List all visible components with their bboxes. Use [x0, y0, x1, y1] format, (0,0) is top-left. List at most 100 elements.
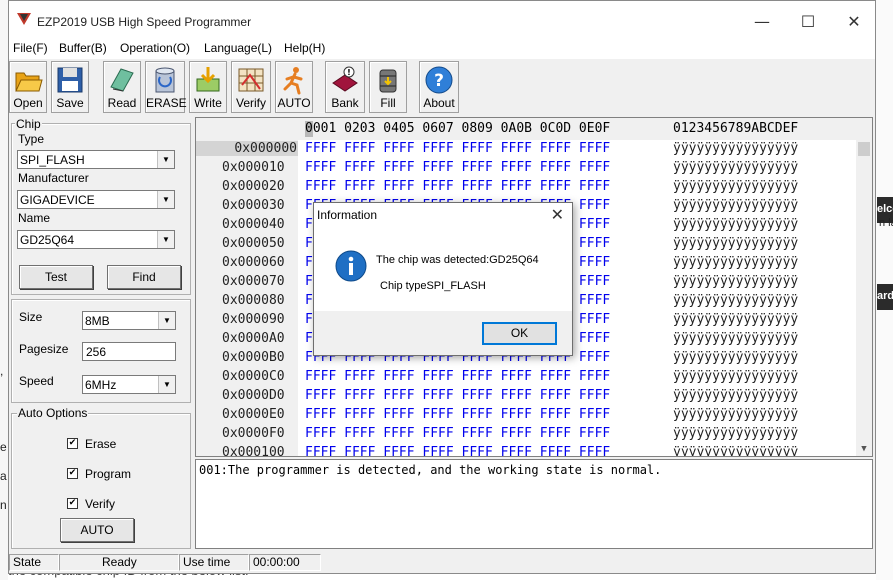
- hex-row-ascii: ÿÿÿÿÿÿÿÿÿÿÿÿÿÿÿÿ: [673, 160, 799, 175]
- hex-row-address: 0x000010: [222, 160, 285, 175]
- hex-row[interactable]: 0x000000 FFFF FFFF FFFF FFFF FFFF FFFF FF…: [196, 140, 856, 159]
- write-button[interactable]: Write: [189, 61, 227, 113]
- bank-button[interactable]: ! Bank: [325, 61, 365, 113]
- hex-row-address: 0x000070: [222, 274, 285, 289]
- hex-row-address: 0x000060: [222, 255, 285, 270]
- hex-row-data[interactable]: FFFF FFFF FFFF FFFF FFFF FFFF FFFF FFFF: [305, 407, 610, 422]
- close-button[interactable]: ✕: [831, 9, 877, 35]
- erase-button[interactable]: ERASE: [145, 61, 187, 113]
- auto-toolbar-button[interactable]: AUTO: [275, 61, 313, 113]
- read-button[interactable]: Read: [103, 61, 141, 113]
- hex-header: 0001 0203 0405 0607 0809 0A0B 0C0D 0E0F …: [196, 118, 872, 140]
- erase-checkbox-label: Erase: [85, 437, 117, 451]
- menu-buffer[interactable]: Buffer(B): [59, 41, 107, 55]
- hex-row-address: 0x000090: [222, 312, 285, 327]
- dialog-close-button[interactable]: ✕: [551, 205, 564, 224]
- hex-row[interactable]: 0x0000F0 FFFF FFFF FFFF FFFF FFFF FFFF FF…: [196, 425, 856, 444]
- verify-checkbox-label: Verify: [85, 497, 116, 511]
- type-label: Type: [18, 132, 45, 146]
- hex-row-data[interactable]: FFFF FFFF FFFF FFFF FFFF FFFF FFFF FFFF: [305, 179, 610, 194]
- hex-row-address: 0x0000F0: [222, 426, 285, 441]
- hex-row-data[interactable]: FFFF FFFF FFFF FFFF FFFF FFFF FFFF FFFF: [305, 445, 610, 456]
- verify-grid-icon: [238, 68, 264, 92]
- dialog-message-line1: The chip was detected:GD25Q64: [376, 254, 539, 266]
- hex-scrollbar[interactable]: ▼: [856, 140, 872, 456]
- chevron-down-icon: ▼: [157, 191, 174, 208]
- hex-row-data[interactable]: FFFF FFFF FFFF FFFF FFFF FFFF FFFF FFFF: [305, 426, 610, 441]
- manufacturer-select[interactable]: GIGADEVICE ▼: [17, 190, 175, 209]
- speed-select-value: 6MHz: [85, 378, 117, 392]
- maximize-button[interactable]: ☐: [785, 9, 831, 35]
- menu-help[interactable]: Help(H): [284, 41, 325, 55]
- manufacturer-select-value: GIGADEVICE: [20, 193, 95, 207]
- scrollbar-thumb[interactable]: [858, 142, 870, 156]
- hex-row-ascii: ÿÿÿÿÿÿÿÿÿÿÿÿÿÿÿÿ: [673, 331, 799, 346]
- hex-row-ascii: ÿÿÿÿÿÿÿÿÿÿÿÿÿÿÿÿ: [673, 141, 799, 156]
- erase-checkbox[interactable]: ✔: [67, 438, 78, 449]
- hex-row-address: 0x000020: [222, 179, 285, 194]
- chevron-down-icon: ▼: [157, 231, 174, 248]
- hex-row-ascii: ÿÿÿÿÿÿÿÿÿÿÿÿÿÿÿÿ: [673, 274, 799, 289]
- auto-button[interactable]: AUTO: [60, 518, 134, 542]
- menu-file[interactable]: File(F): [13, 41, 48, 55]
- check-icon: ✔: [68, 498, 77, 508]
- open-button[interactable]: Open: [9, 61, 47, 113]
- program-checkbox-label: Program: [85, 467, 132, 481]
- title-bar: EZP2019 USB High Speed Programmer — ☐ ✕: [9, 1, 875, 39]
- write-arrow-icon: [196, 67, 220, 92]
- speed-select[interactable]: 6MHz ▼: [82, 375, 176, 394]
- app-logo-icon: [17, 13, 31, 25]
- hex-row-address: 0x000040: [222, 217, 285, 232]
- folder-open-icon: [15, 72, 43, 92]
- menu-operation[interactable]: Operation(O): [120, 41, 190, 55]
- hex-row-data[interactable]: FFFF FFFF FFFF FFFF FFFF FFFF FFFF FFFF: [305, 160, 610, 175]
- hex-row-ascii: ÿÿÿÿÿÿÿÿÿÿÿÿÿÿÿÿ: [673, 445, 799, 457]
- hex-row[interactable]: 0x000100 FFFF FFFF FFFF FFFF FFFF FFFF FF…: [196, 444, 856, 457]
- about-button[interactable]: ? About: [419, 61, 459, 113]
- bank-book-icon: !: [332, 66, 358, 92]
- verify-checkbox[interactable]: ✔: [67, 498, 78, 509]
- size-select-value: 8MB: [85, 314, 110, 328]
- bg-fragment: ,: [0, 364, 4, 378]
- hex-row-data[interactable]: FFFF FFFF FFFF FFFF FFFF FFFF FFFF FFFF: [305, 388, 610, 403]
- hex-row-ascii: ÿÿÿÿÿÿÿÿÿÿÿÿÿÿÿÿ: [673, 426, 799, 441]
- hex-row-address: 0x0000E0: [222, 407, 285, 422]
- hex-row[interactable]: 0x000010 FFFF FFFF FFFF FFFF FFFF FFFF FF…: [196, 159, 856, 178]
- hex-row-address: 0x000030: [222, 198, 285, 213]
- hex-row[interactable]: 0x0000C0 FFFF FFFF FFFF FFFF FFFF FFFF FF…: [196, 368, 856, 387]
- bg-fragment-bar: ard: [877, 284, 893, 310]
- find-button[interactable]: Find: [107, 265, 181, 289]
- svg-text:?: ?: [434, 71, 444, 91]
- minimize-button[interactable]: —: [739, 9, 785, 35]
- check-icon: ✔: [68, 438, 77, 448]
- test-button[interactable]: Test: [19, 265, 93, 289]
- name-select[interactable]: GD25Q64 ▼: [17, 230, 175, 249]
- hex-row-address: 0x0000C0: [222, 369, 285, 384]
- bg-fragment: n: [0, 498, 7, 512]
- hex-row-data[interactable]: FFFF FFFF FFFF FFFF FFFF FFFF FFFF FFFF: [305, 369, 610, 384]
- hex-row[interactable]: 0x000020 FFFF FFFF FFFF FFFF FFFF FFFF FF…: [196, 178, 856, 197]
- ok-button[interactable]: OK: [482, 322, 557, 345]
- scroll-down-icon[interactable]: ▼: [856, 442, 872, 456]
- manufacturer-label: Manufacturer: [18, 171, 89, 185]
- size-select[interactable]: 8MB ▼: [82, 311, 176, 330]
- status-bar: State Ready Use time 00:00:00: [9, 553, 875, 573]
- hex-row-ascii: ÿÿÿÿÿÿÿÿÿÿÿÿÿÿÿÿ: [673, 312, 799, 327]
- hex-row-ascii: ÿÿÿÿÿÿÿÿÿÿÿÿÿÿÿÿ: [673, 369, 799, 384]
- status-state-label: State: [9, 554, 59, 571]
- hex-row[interactable]: 0x0000D0 FFFF FFFF FFFF FFFF FFFF FFFF FF…: [196, 387, 856, 406]
- save-label: Save: [56, 96, 84, 110]
- save-button[interactable]: Save: [51, 61, 89, 113]
- dialog-message-line2: Chip typeSPI_FLASH: [380, 280, 486, 292]
- floppy-disk-icon: [57, 67, 83, 93]
- name-select-value: GD25Q64: [20, 233, 75, 247]
- program-checkbox[interactable]: ✔: [67, 468, 78, 479]
- type-select[interactable]: SPI_FLASH ▼: [17, 150, 175, 169]
- pagesize-input[interactable]: 256: [82, 342, 176, 361]
- menu-language[interactable]: Language(L): [204, 41, 272, 55]
- dialog-title: Information: [317, 208, 378, 222]
- hex-row[interactable]: 0x0000E0 FFFF FFFF FFFF FFFF FFFF FFFF FF…: [196, 406, 856, 425]
- hex-row-data[interactable]: FFFF FFFF FFFF FFFF FFFF FFFF FFFF FFFF: [305, 141, 610, 156]
- verify-button[interactable]: Verify: [231, 61, 271, 113]
- fill-button[interactable]: Fill: [369, 61, 407, 113]
